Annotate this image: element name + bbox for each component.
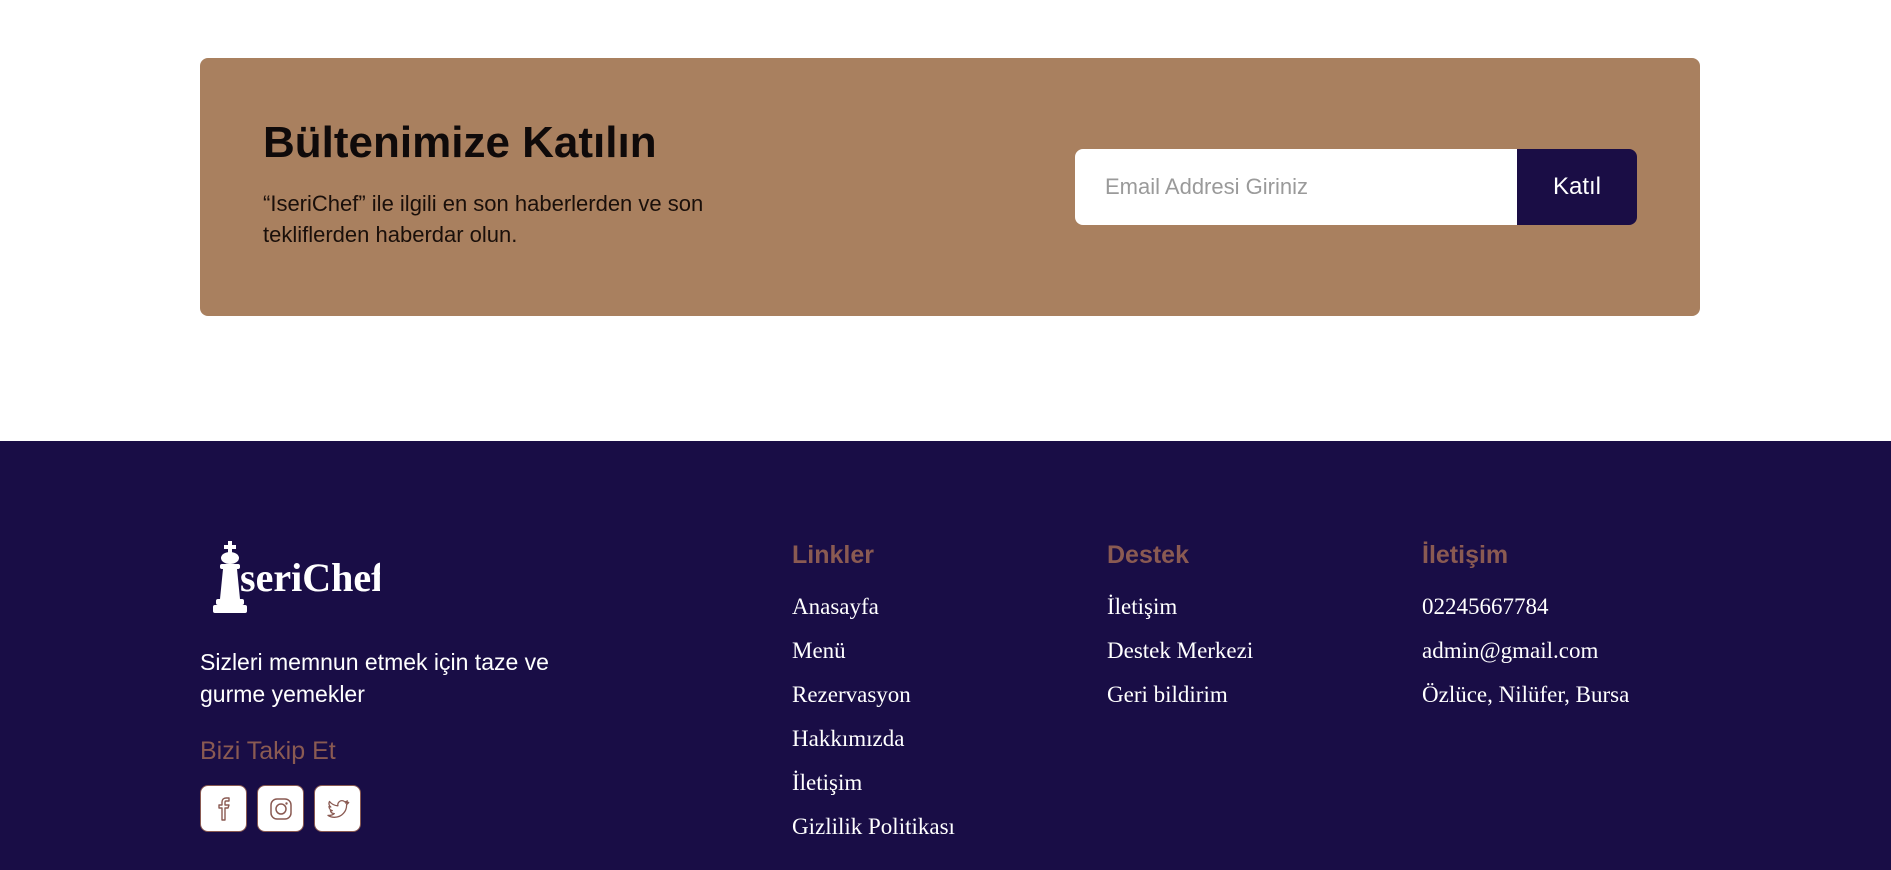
contact-email: admin@gmail.com xyxy=(1422,638,1599,663)
newsletter-title: Bültenimize Katılın xyxy=(263,118,657,167)
chess-king-logo-icon: seriChef xyxy=(213,541,385,613)
logo-text: seriChef xyxy=(240,555,380,600)
facebook-link[interactable] xyxy=(200,785,247,832)
support-link-feedback[interactable]: Geri bildirim xyxy=(1107,682,1253,726)
email-input[interactable] xyxy=(1075,149,1517,225)
footer-link-reservation[interactable]: Rezervasyon xyxy=(792,682,955,726)
footer-link-privacy[interactable]: Gizlilik Politikası xyxy=(792,814,955,858)
instagram-icon xyxy=(269,797,292,820)
newsletter-section: Bültenimize Katılın “IseriChef” ile ilgi… xyxy=(200,58,1700,316)
contact-column: İletişim 02245667784 admin@gmail.com Özl… xyxy=(1422,541,1629,726)
twitter-icon xyxy=(326,799,349,818)
social-links xyxy=(200,785,361,832)
links-title: Linkler xyxy=(792,541,874,569)
footer-tagline: Sizleri memnun etmek için taze ve gurme … xyxy=(200,649,549,707)
twitter-link[interactable] xyxy=(314,785,361,832)
support-link-help-center[interactable]: Destek Merkezi xyxy=(1107,638,1253,682)
newsletter-form: Katıl xyxy=(1075,149,1637,225)
footer-link-menu[interactable]: Menü xyxy=(792,638,955,682)
contact-address: Özlüce, Nilüfer, Bursa xyxy=(1422,682,1630,707)
footer-link-about[interactable]: Hakkımızda xyxy=(792,726,955,770)
contact-title: İletişim xyxy=(1422,541,1509,569)
links-column: Linkler Anasayfa Menü Rezervasyon Hakkım… xyxy=(792,541,955,858)
logo[interactable]: seriChef xyxy=(200,541,385,621)
support-link-contact[interactable]: İletişim xyxy=(1107,594,1253,638)
footer: seriChef Sizleri memnun etmek için taze … xyxy=(0,441,1891,870)
support-column: Destek İletişim Destek Merkezi Geri bild… xyxy=(1107,541,1253,726)
support-title: Destek xyxy=(1107,541,1189,569)
contact-phone: 02245667784 xyxy=(1422,594,1549,619)
instagram-link[interactable] xyxy=(257,785,304,832)
newsletter-description: “IseriChef” ile ilgili en son haberlerde… xyxy=(263,191,704,247)
follow-us-title: Bizi Takip Et xyxy=(200,737,336,765)
facebook-icon xyxy=(217,796,230,821)
footer-link-contact[interactable]: İletişim xyxy=(792,770,955,814)
join-button[interactable]: Katıl xyxy=(1517,149,1637,225)
footer-link-home[interactable]: Anasayfa xyxy=(792,594,955,638)
